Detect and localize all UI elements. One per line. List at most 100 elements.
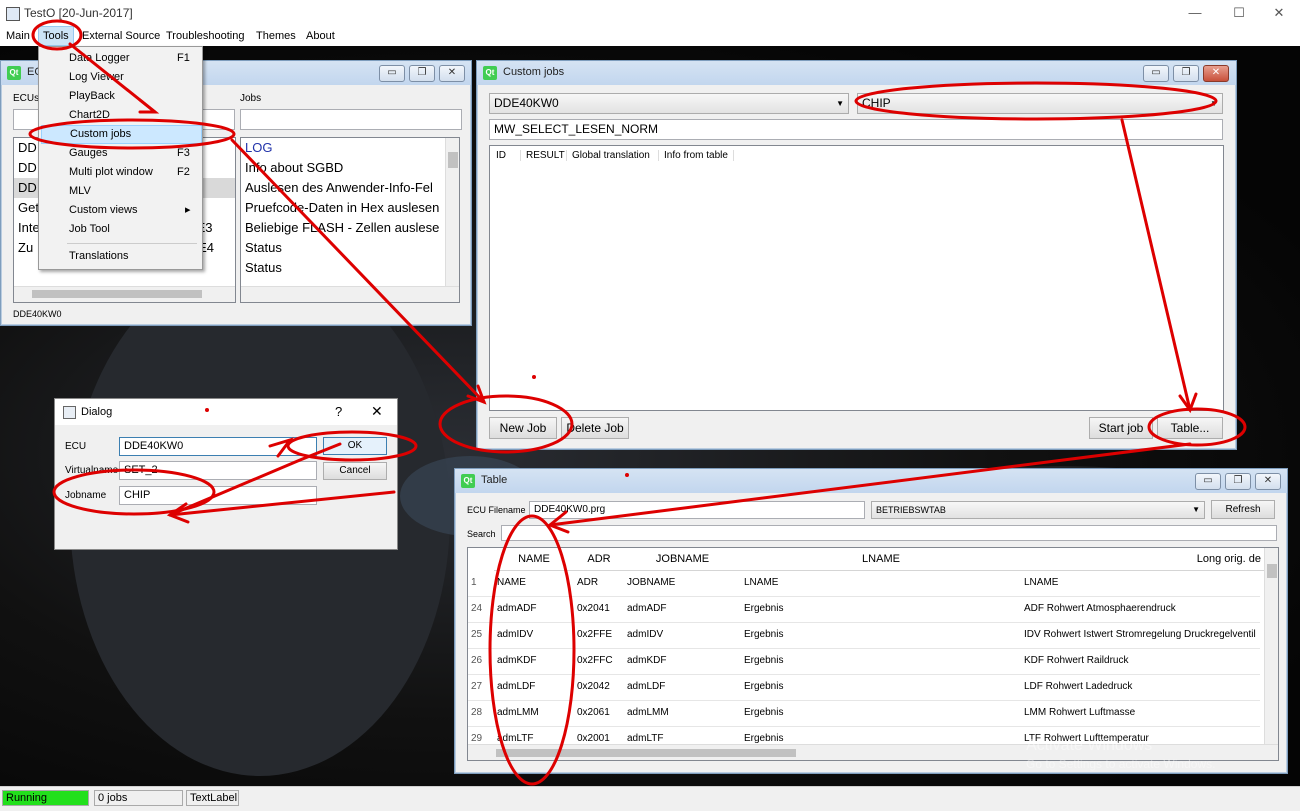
activation-watermark-subtitle: Go to Settings to activate Windows. bbox=[1026, 757, 1216, 771]
jobs-label: Jobs bbox=[240, 93, 262, 104]
ecu-combo[interactable]: DDE40KW0 ▼ bbox=[489, 93, 849, 114]
status-text-label: TextLabel bbox=[186, 790, 239, 806]
start-job-button[interactable]: Start job bbox=[1089, 417, 1153, 439]
ecu-input[interactable]: DDE40KW0 bbox=[119, 437, 317, 456]
scrollbar-thumb[interactable] bbox=[1267, 564, 1277, 578]
column-header-info-from-table[interactable]: Info from table bbox=[658, 150, 734, 161]
close-icon[interactable]: ✕ bbox=[439, 65, 465, 82]
menu-item-custom-jobs[interactable]: Custom jobs bbox=[41, 125, 202, 144]
maximize-icon[interactable]: ☐ bbox=[1224, 3, 1254, 23]
table-body: 1 NAME ADR JOBNAME LNAME LNAME 24 admADF… bbox=[468, 570, 1264, 744]
horizontal-scrollbar[interactable] bbox=[14, 286, 235, 302]
restore-icon[interactable]: ❐ bbox=[1225, 473, 1251, 490]
scrollbar-thumb[interactable] bbox=[448, 152, 458, 168]
menu-item-mlv[interactable]: MLV bbox=[41, 182, 200, 201]
list-item[interactable]: Info about SGBD bbox=[241, 158, 459, 178]
scrollbar-thumb[interactable] bbox=[496, 749, 796, 757]
job-name-field[interactable]: MW_SELECT_LESEN_NORM bbox=[489, 119, 1223, 140]
list-item[interactable]: Status bbox=[241, 258, 459, 278]
close-icon[interactable]: ✕ bbox=[1264, 3, 1294, 23]
menu-separator bbox=[67, 243, 197, 244]
table-row[interactable]: 24 admADF 0x2041 admADF Ergebnis ADF Roh… bbox=[468, 596, 1260, 623]
table-combo[interactable]: BETRIEBSWTAB ▼ bbox=[871, 501, 1205, 519]
menu-item-playback[interactable]: PlayBack bbox=[41, 87, 200, 106]
table-row[interactable]: 28 admLMM 0x2061 admLMM Ergebnis LMM Roh… bbox=[468, 700, 1260, 727]
horizontal-scrollbar[interactable] bbox=[241, 286, 459, 302]
menu-troubleshooting[interactable]: Troubleshooting bbox=[162, 26, 248, 46]
menu-item-custom-views[interactable]: Custom views ▸ bbox=[41, 201, 200, 220]
menu-tools[interactable]: Tools bbox=[38, 26, 74, 46]
custom-jobs-title: Custom jobs bbox=[503, 66, 565, 78]
refresh-button[interactable]: Refresh bbox=[1211, 500, 1275, 519]
table-row[interactable]: 25 admIDV 0x2FFE admIDV Ergebnis IDV Roh… bbox=[468, 622, 1260, 649]
column-header-result[interactable]: RESULT bbox=[520, 150, 565, 161]
job-search-input[interactable] bbox=[240, 109, 462, 130]
column-header-adr[interactable]: ADR bbox=[574, 548, 625, 571]
menu-item-job-tool[interactable]: Job Tool bbox=[41, 220, 200, 239]
column-header-long-orig[interactable]: Long orig. de bbox=[1021, 548, 1265, 571]
vertical-scrollbar[interactable] bbox=[1264, 548, 1278, 744]
menu-item-translations[interactable]: Translations bbox=[41, 247, 200, 266]
virtualname-input[interactable]: SET_2 bbox=[119, 461, 317, 480]
column-header-lname[interactable]: LNAME bbox=[741, 548, 1022, 571]
help-icon[interactable]: ? bbox=[335, 404, 342, 419]
menu-external-source[interactable]: External Source bbox=[78, 26, 164, 46]
list-item[interactable]: Auslesen des Anwender-Info-Fel bbox=[241, 178, 459, 198]
chevron-right-icon: ▸ bbox=[185, 204, 191, 216]
minimize-icon[interactable]: ▭ bbox=[379, 65, 405, 82]
table-search-input[interactable] bbox=[501, 525, 1277, 541]
activation-watermark-title: Activate Windows bbox=[1026, 737, 1153, 754]
menu-about[interactable]: About bbox=[302, 26, 339, 46]
ok-button[interactable]: OK bbox=[323, 437, 387, 455]
minimize-icon[interactable]: ▭ bbox=[1195, 473, 1221, 490]
qt-logo-icon: Qt bbox=[461, 474, 475, 488]
menu-item-multi-plot-window[interactable]: Multi plot window F2 bbox=[41, 163, 200, 182]
menu-item-gauges[interactable]: Gauges F3 bbox=[41, 144, 200, 163]
menu-item-data-logger[interactable]: Data Logger F1 bbox=[41, 49, 200, 68]
new-job-dialog: Dialog ? ✕ ECU DDE40KW0 Virtualname SET_… bbox=[54, 398, 398, 550]
menu-item-chart2d[interactable]: Chart2D bbox=[41, 106, 200, 125]
app-icon bbox=[6, 7, 20, 21]
qt-logo-icon: Qt bbox=[7, 66, 21, 80]
close-icon[interactable]: ✕ bbox=[1203, 65, 1229, 82]
data-table[interactable]: NAME ADR JOBNAME LNAME Long orig. de 1 N… bbox=[467, 547, 1279, 761]
column-header-name[interactable]: NAME bbox=[494, 548, 575, 571]
vertical-scrollbar[interactable] bbox=[445, 138, 459, 286]
minimize-icon[interactable]: — bbox=[1180, 3, 1210, 23]
restore-icon[interactable]: ❐ bbox=[1173, 65, 1199, 82]
table-corner bbox=[468, 548, 495, 570]
delete-job-button[interactable]: Delete Job bbox=[561, 417, 629, 439]
chevron-down-icon: ▼ bbox=[1192, 505, 1200, 514]
menu-themes[interactable]: Themes bbox=[252, 26, 300, 46]
jobname-label: Jobname bbox=[65, 490, 107, 501]
table-row[interactable]: 1 NAME ADR JOBNAME LNAME LNAME bbox=[468, 570, 1260, 597]
list-item[interactable]: LOG bbox=[241, 138, 459, 158]
menu-item-log-viewer[interactable]: Log Viewer bbox=[41, 68, 200, 87]
table-row[interactable]: 26 admKDF 0x2FFC admKDF Ergebnis KDF Roh… bbox=[468, 648, 1260, 675]
status-jobs-count: 0 jobs bbox=[94, 790, 183, 806]
cancel-button[interactable]: Cancel bbox=[323, 462, 387, 480]
dialog-titlebar: Dialog ? ✕ bbox=[55, 399, 397, 425]
close-icon[interactable]: ✕ bbox=[371, 403, 383, 420]
list-item[interactable]: Status bbox=[241, 238, 459, 258]
jobname-input[interactable]: CHIP bbox=[119, 486, 317, 505]
scrollbar-thumb[interactable] bbox=[32, 290, 202, 298]
job-combo[interactable]: CHIP ▼ bbox=[857, 93, 1223, 114]
ecu-filename-input[interactable]: DDE40KW0.prg bbox=[529, 501, 865, 519]
ecus-label: ECUs bbox=[13, 93, 40, 104]
list-item[interactable]: Beliebige FLASH - Zellen auslese bbox=[241, 218, 459, 238]
close-icon[interactable]: ✕ bbox=[1255, 473, 1281, 490]
menubar: Main Tools External Source Troubleshooti… bbox=[0, 26, 1300, 46]
column-header-jobname[interactable]: JOBNAME bbox=[624, 548, 742, 571]
column-header-global-translation[interactable]: Global translation bbox=[566, 150, 650, 161]
table-row[interactable]: 27 admLDF 0x2042 admLDF Ergebnis LDF Roh… bbox=[468, 674, 1260, 701]
restore-icon[interactable]: ❐ bbox=[409, 65, 435, 82]
list-item[interactable]: Pruefcode-Daten in Hex auslesen bbox=[241, 198, 459, 218]
column-header-id[interactable]: ID bbox=[496, 150, 506, 161]
job-list[interactable]: LOG Info about SGBD Auslesen des Anwende… bbox=[240, 137, 460, 303]
menu-main[interactable]: Main bbox=[2, 26, 34, 46]
table-button[interactable]: Table... bbox=[1157, 417, 1223, 439]
new-job-button[interactable]: New Job bbox=[489, 417, 557, 439]
results-table[interactable]: ID RESULT Global translation Info from t… bbox=[489, 145, 1224, 411]
minimize-icon[interactable]: ▭ bbox=[1143, 65, 1169, 82]
